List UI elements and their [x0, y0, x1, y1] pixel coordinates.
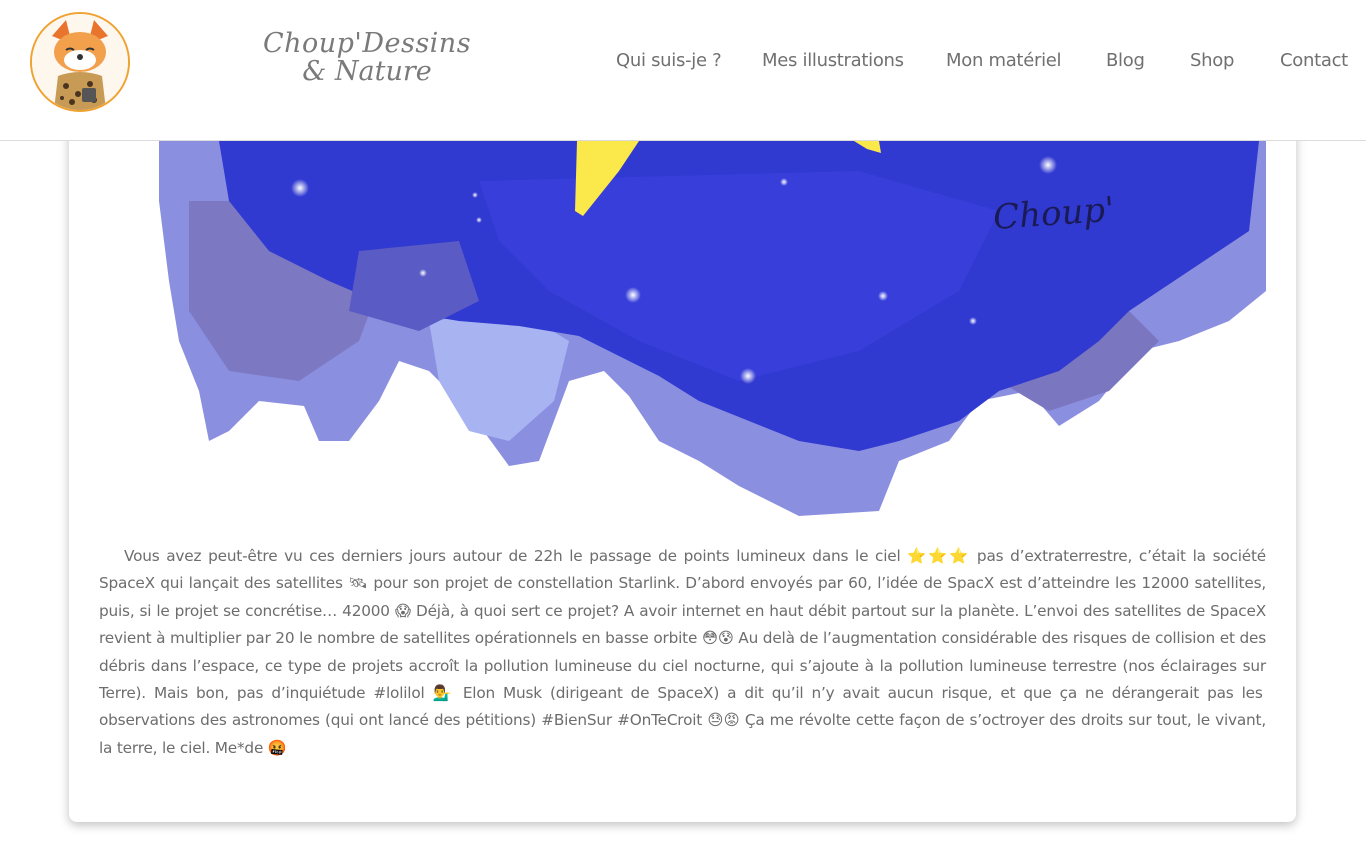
nav-item-blog[interactable]: Blog [1106, 50, 1145, 71]
nav-item-qui-suis-je[interactable]: Qui suis-je ? [616, 50, 722, 71]
nav-item-mes-illustrations[interactable]: Mes illustrations [762, 50, 904, 71]
main-nav: Qui suis-je ? Mes illustrations Mon maté… [0, 50, 1366, 80]
nav-item-contact[interactable]: Contact [1280, 50, 1348, 71]
nav-item-mon-materiel[interactable]: Mon matériel [946, 50, 1062, 71]
site-header: Choup'Dessins & Nature Qui suis-je ? Mes… [0, 0, 1366, 141]
illustration-signature: Choup' [992, 190, 1116, 238]
post-paragraph: Vous avez peut-être vu ces derniers jour… [99, 547, 1266, 757]
night-sky-illustration: Choup' [159, 141, 1266, 516]
nav-item-shop[interactable]: Shop [1190, 50, 1234, 71]
